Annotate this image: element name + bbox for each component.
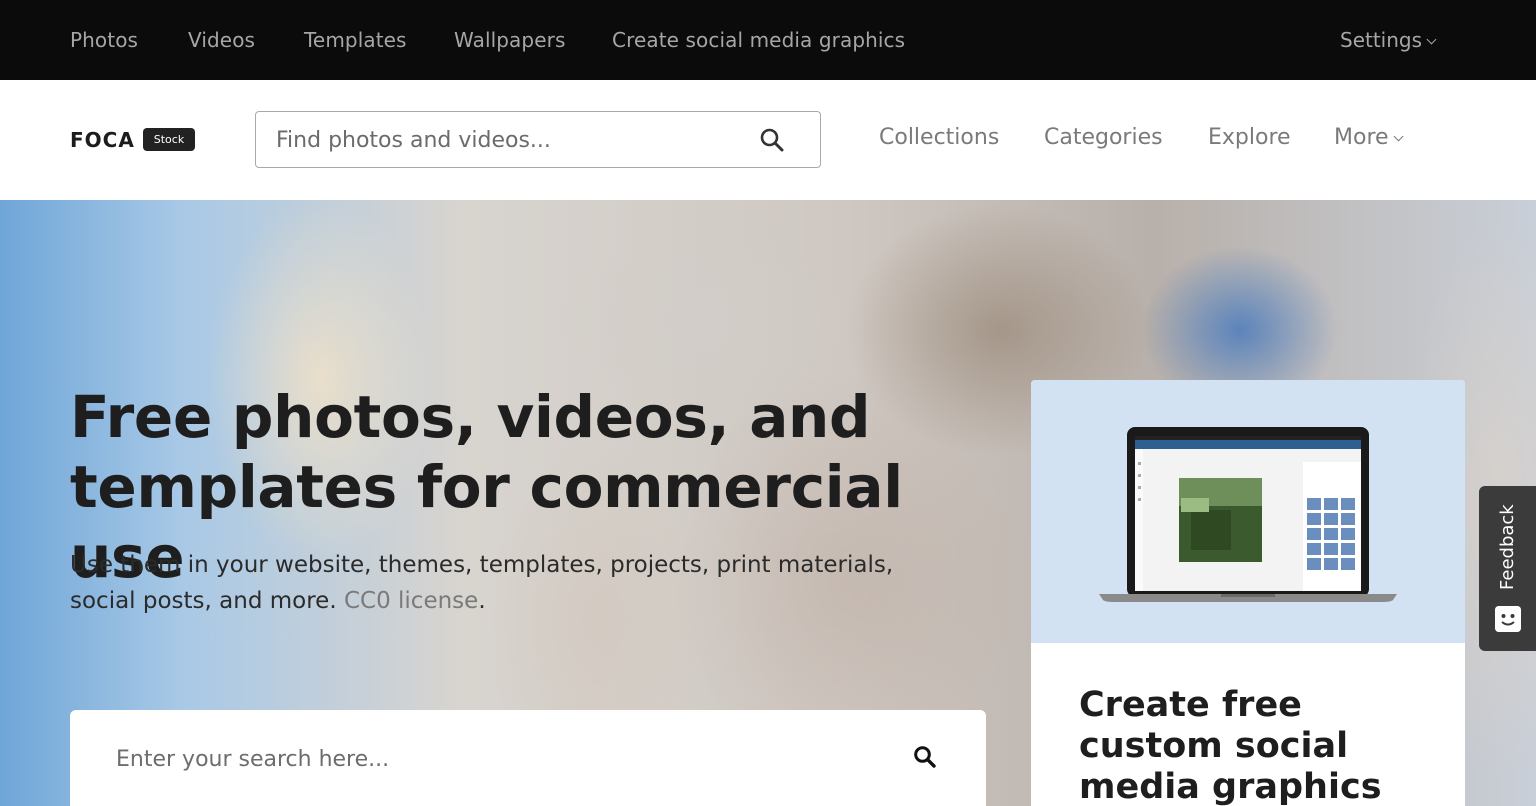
nav-explore[interactable]: Explore <box>1208 125 1291 150</box>
nav-categories[interactable]: Categories <box>1044 125 1163 150</box>
header-search-box <box>255 111 821 168</box>
nav-collections[interactable]: Collections <box>879 125 999 150</box>
hero-search-input[interactable] <box>116 742 876 776</box>
cc0-license-link[interactable]: CC0 license <box>344 588 478 614</box>
top-navigation-bar: Photos Videos Templates Wallpapers Creat… <box>0 0 1536 80</box>
nav-more-label: More <box>1334 125 1389 150</box>
header-search-input[interactable] <box>276 124 746 156</box>
settings-dropdown[interactable]: Settings <box>1340 28 1437 52</box>
site-header: FOCA Stock Collections Categories Explor… <box>0 80 1536 200</box>
nav-more-dropdown[interactable]: More <box>1334 125 1403 150</box>
topnav-photos[interactable]: Photos <box>70 28 138 52</box>
topnav-wallpapers[interactable]: Wallpapers <box>454 28 565 52</box>
settings-label: Settings <box>1340 28 1423 52</box>
hero-subtitle-period: . <box>478 588 486 614</box>
hero-search-box <box>70 710 986 806</box>
topnav-templates[interactable]: Templates <box>304 28 407 52</box>
site-logo[interactable]: FOCA <box>70 128 135 152</box>
topnav-videos[interactable]: Videos <box>188 28 255 52</box>
laptop-illustration <box>1099 427 1397 602</box>
hero-section: Free photos, videos, and templates for c… <box>0 200 1536 806</box>
feedback-label: Feedback <box>1497 504 1518 590</box>
promo-heading: Create free custom social media graphics <box>1079 685 1382 806</box>
feedback-face-icon <box>1495 606 1521 632</box>
chevron-down-icon <box>1426 34 1437 45</box>
feedback-tab[interactable]: Feedback <box>1479 486 1536 651</box>
promo-image-area <box>1031 380 1465 643</box>
promo-card[interactable]: Create free custom social media graphics <box>1031 380 1465 806</box>
chevron-down-icon <box>1393 131 1403 142</box>
search-icon[interactable] <box>759 127 785 153</box>
topnav-create-social-graphics[interactable]: Create social media graphics <box>612 28 905 52</box>
stock-badge: Stock <box>143 128 195 151</box>
hero-subtitle: Use them in your website, themes, templa… <box>70 547 950 619</box>
search-icon[interactable] <box>913 745 937 769</box>
